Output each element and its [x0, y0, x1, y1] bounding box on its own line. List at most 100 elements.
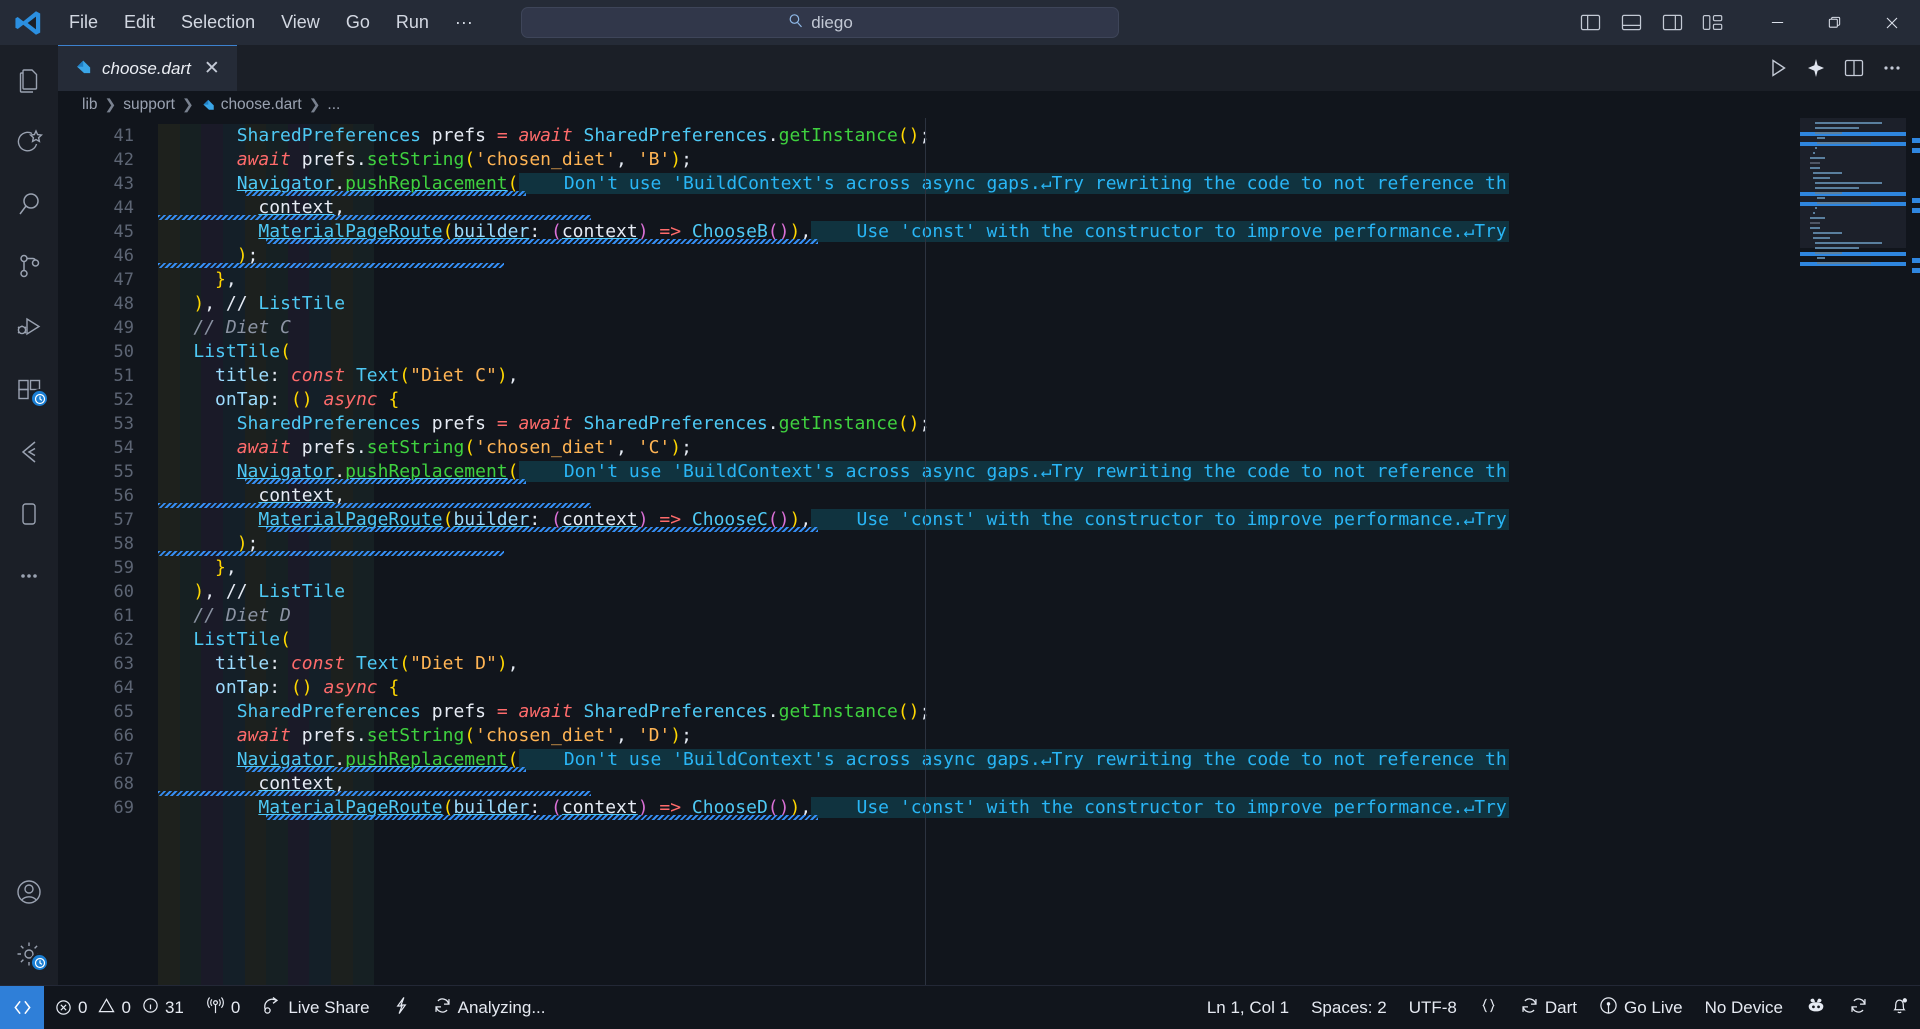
status-notifications[interactable]: [1879, 986, 1920, 1029]
minimap-line: [1814, 127, 1859, 129]
sidebar-item-extensions[interactable]: [0, 359, 58, 421]
menu-edit[interactable]: Edit: [111, 6, 168, 39]
code-line[interactable]: onTap: () async {: [150, 676, 1920, 700]
search-input[interactable]: diego: [811, 13, 853, 33]
status-encoding[interactable]: UTF-8: [1398, 986, 1468, 1029]
code-line[interactable]: await prefs.setString('chosen_diet', 'B'…: [150, 148, 1920, 172]
error-squiggle: [158, 791, 591, 796]
code-editor[interactable]: 41 42 43 44 45 46 47 48 49 50 51 52 53 54 55 56 57 58 59 60…: [58, 118, 1920, 985]
minimap-line: [1810, 217, 1826, 219]
inline-diagnostic[interactable]: Use 'const' with the constructor to impr…: [811, 509, 1509, 530]
settings-button[interactable]: [0, 923, 58, 985]
status-live-share[interactable]: Live Share: [251, 986, 380, 1029]
code-line[interactable]: SharedPreferences prefs = await SharedPr…: [150, 700, 1920, 724]
status-editor-position[interactable]: Ln 1, Col 1: [1196, 986, 1300, 1029]
toggle-secondary-sidebar-icon[interactable]: [1658, 9, 1686, 37]
overview-ruler[interactable]: [1906, 118, 1920, 985]
code-line[interactable]: title: const Text("Diet C"),: [150, 364, 1920, 388]
menu-selection[interactable]: Selection: [168, 6, 268, 39]
inline-diagnostic[interactable]: Don't use 'BuildContext's across async g…: [518, 749, 1509, 770]
code-line[interactable]: // Diet D: [150, 604, 1920, 628]
status-device-selector[interactable]: No Device: [1694, 986, 1794, 1029]
customize-layout-icon[interactable]: [1699, 9, 1727, 37]
chevron-right-icon: ❯: [181, 96, 194, 112]
sidebar-item-search[interactable]: [0, 173, 58, 235]
sidebar-item-explorer[interactable]: [0, 49, 58, 111]
status-brackets[interactable]: [1468, 986, 1509, 1029]
minimap[interactable]: [1800, 118, 1906, 985]
inline-diagnostic[interactable]: Use 'const' with the constructor to impr…: [811, 797, 1509, 818]
code-line[interactable]: await prefs.setString('chosen_diet', 'C'…: [150, 436, 1920, 460]
remote-window-icon[interactable]: [0, 985, 44, 1029]
code-line[interactable]: SharedPreferences prefs = await SharedPr…: [150, 124, 1920, 148]
breadcrumb-item-lib[interactable]: lib: [82, 96, 98, 114]
command-center-search[interactable]: diego: [521, 7, 1119, 38]
line-number: 43: [113, 174, 134, 194]
status-indentation[interactable]: Spaces: 2: [1300, 986, 1398, 1029]
minimap-line: [1814, 252, 1843, 254]
status-copilot[interactable]: [1794, 986, 1838, 1029]
menu-go[interactable]: Go: [333, 6, 383, 39]
line-number: 52: [113, 390, 134, 410]
status-analyzing[interactable]: Analyzing...: [422, 986, 557, 1029]
status-sync[interactable]: [1838, 986, 1879, 1029]
minimap-line: [1812, 177, 1831, 179]
code-line[interactable]: title: const Text("Diet D"),: [150, 652, 1920, 676]
live-share-icon: [262, 995, 282, 1020]
line-number: 56: [113, 486, 134, 506]
code-line[interactable]: ListTile(: [150, 340, 1920, 364]
error-squiggle: [266, 815, 818, 820]
sidebar-item-run-and-debug[interactable]: [0, 297, 58, 359]
code-line[interactable]: },: [150, 268, 1920, 292]
code-line[interactable]: onTap: () async {: [150, 388, 1920, 412]
status-problems[interactable]: 0 0 31: [44, 986, 195, 1029]
minimap-line: [1810, 157, 1826, 159]
more-actions-icon[interactable]: [1876, 52, 1908, 84]
sidebar-item-source-control[interactable]: [0, 235, 58, 297]
sidebar-item-flutter[interactable]: [0, 421, 58, 483]
inline-diagnostic[interactable]: Use 'const' with the constructor to impr…: [811, 221, 1509, 242]
menu-file[interactable]: File: [56, 6, 111, 39]
code-line[interactable]: ), // ListTile: [150, 580, 1920, 604]
breadcrumb-item-symbol[interactable]: ...: [327, 96, 340, 114]
sparkle-icon[interactable]: [1800, 52, 1832, 84]
inline-diagnostic[interactable]: Don't use 'BuildContext's across async g…: [518, 461, 1509, 482]
minimap-line: [1814, 182, 1882, 184]
menu-run[interactable]: Run: [383, 6, 442, 39]
breadcrumb-item-support[interactable]: support: [123, 96, 175, 114]
analyzing-label: Analyzing...: [457, 997, 546, 1017]
status-go-live[interactable]: Go Live: [1588, 986, 1694, 1029]
code-line[interactable]: ListTile(: [150, 628, 1920, 652]
sidebar-item-additional-views[interactable]: [0, 545, 58, 607]
error-squiggle: [158, 263, 505, 268]
source-code[interactable]: SharedPreferences prefs = await SharedPr…: [150, 124, 1920, 820]
code-line[interactable]: await prefs.setString('chosen_diet', 'D'…: [150, 724, 1920, 748]
inline-diagnostic[interactable]: Don't use 'BuildContext's across async g…: [518, 173, 1509, 194]
code-content-wrap[interactable]: SharedPreferences prefs = await SharedPr…: [150, 118, 1920, 985]
sidebar-item-copilot[interactable]: [0, 111, 58, 173]
toggle-primary-sidebar-icon[interactable]: [1576, 9, 1604, 37]
code-line[interactable]: },: [150, 556, 1920, 580]
warning-count: 0: [121, 997, 131, 1017]
minimize-icon[interactable]: [1749, 0, 1806, 45]
split-editor-icon[interactable]: [1838, 52, 1870, 84]
code-line[interactable]: SharedPreferences prefs = await SharedPr…: [150, 412, 1920, 436]
play-icon[interactable]: [1762, 52, 1794, 84]
code-line[interactable]: // Diet C: [150, 316, 1920, 340]
close-icon[interactable]: ✕: [200, 57, 224, 80]
status-language-dart[interactable]: Dart: [1509, 986, 1588, 1029]
close-icon[interactable]: [1863, 0, 1920, 45]
status-ports[interactable]: 0: [195, 986, 251, 1029]
restore-icon[interactable]: [1806, 0, 1863, 45]
accounts-button[interactable]: [0, 861, 58, 923]
status-hot-reload[interactable]: [381, 986, 422, 1029]
menu-view[interactable]: View: [268, 6, 333, 39]
menu-more[interactable]: ···: [442, 6, 486, 39]
line-number: 68: [113, 774, 134, 794]
code-line[interactable]: ), // ListTile: [150, 292, 1920, 316]
sidebar-item-device-preview[interactable]: [0, 483, 58, 545]
info-count: 31: [164, 997, 184, 1017]
toggle-panel-icon[interactable]: [1617, 9, 1645, 37]
breadcrumb-item-choose-dart[interactable]: choose.dart: [221, 96, 302, 114]
tab-choose-dart[interactable]: choose.dart ✕: [58, 45, 237, 91]
